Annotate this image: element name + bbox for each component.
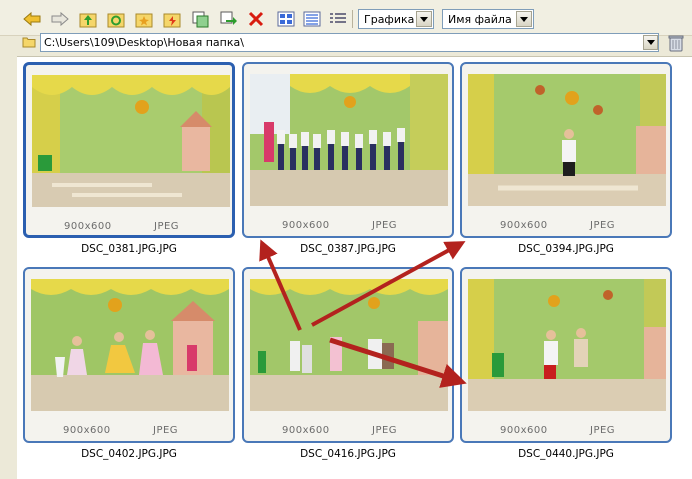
file-name: DSC_0394.JPG.JPG bbox=[518, 243, 614, 255]
image-format: JPEG bbox=[154, 221, 180, 232]
view-details-icon[interactable] bbox=[326, 8, 350, 30]
move-icon[interactable] bbox=[216, 8, 240, 30]
thumbnail-tile[interactable]: 900x600 JPEG bbox=[23, 62, 235, 238]
image-dimensions: 900x600 bbox=[64, 221, 112, 232]
thumbnail-tile[interactable]: 900x600 JPEG bbox=[460, 267, 672, 443]
image-dimensions: 900x600 bbox=[500, 425, 548, 436]
chevron-down-icon[interactable] bbox=[643, 35, 658, 50]
path-input[interactable]: C:\Users\109\Desktop\Новая папка\ bbox=[40, 33, 659, 52]
delete-icon[interactable] bbox=[244, 8, 268, 30]
file-name: DSC_0416.JPG.JPG bbox=[300, 448, 396, 460]
image-format: JPEG bbox=[372, 425, 398, 436]
image-format: JPEG bbox=[590, 220, 616, 231]
photo-thumbnail bbox=[468, 279, 666, 411]
chevron-down-icon[interactable] bbox=[516, 11, 532, 27]
copy-icon[interactable] bbox=[188, 8, 212, 30]
file-name: DSC_0381.JPG.JPG bbox=[81, 243, 177, 255]
favorites-icon[interactable] bbox=[160, 8, 184, 30]
file-name: DSC_0402.JPG.JPG bbox=[81, 448, 177, 460]
image-dimensions: 900x600 bbox=[282, 425, 330, 436]
toolbar: Графика Имя файла bbox=[0, 0, 692, 36]
photo-thumbnail bbox=[31, 279, 229, 411]
view-thumbnails-icon[interactable] bbox=[274, 8, 298, 30]
view-list-icon[interactable] bbox=[300, 8, 324, 30]
photo-thumbnail bbox=[250, 74, 448, 206]
up-folder-icon[interactable] bbox=[76, 8, 100, 30]
refresh-icon[interactable] bbox=[104, 8, 128, 30]
photo-thumbnail bbox=[250, 279, 448, 411]
image-format: JPEG bbox=[372, 220, 398, 231]
image-format: JPEG bbox=[590, 425, 616, 436]
image-dimensions: 900x600 bbox=[282, 220, 330, 231]
back-arrow-icon[interactable] bbox=[20, 8, 44, 30]
photo-thumbnail bbox=[468, 74, 666, 206]
trash-icon[interactable] bbox=[668, 34, 684, 52]
thumbnail-tile[interactable]: 900x600 JPEG bbox=[242, 267, 454, 443]
thumbnail-grid: 900x600 JPEG DSC_0381.JPG.JPG 900x600 JP… bbox=[17, 56, 692, 479]
chevron-down-icon[interactable] bbox=[416, 11, 432, 27]
thumbnail-tile[interactable]: 900x600 JPEG bbox=[460, 62, 672, 238]
folder-icon bbox=[22, 37, 36, 48]
photo-thumbnail bbox=[32, 75, 230, 207]
forward-arrow-icon[interactable] bbox=[48, 8, 72, 30]
toolbar-separator bbox=[352, 10, 353, 28]
view-mode-value: Графика bbox=[364, 12, 415, 26]
view-mode-dropdown[interactable]: Графика bbox=[358, 9, 434, 29]
sort-dropdown[interactable]: Имя файла bbox=[442, 9, 534, 29]
thumbnail-tile[interactable]: 900x600 JPEG bbox=[242, 62, 454, 238]
file-name: DSC_0440.JPG.JPG bbox=[518, 448, 614, 460]
image-format: JPEG bbox=[153, 425, 179, 436]
image-dimensions: 900x600 bbox=[500, 220, 548, 231]
image-dimensions: 900x600 bbox=[63, 425, 111, 436]
thumbnail-tile[interactable]: 900x600 JPEG bbox=[23, 267, 235, 443]
sort-value: Имя файла bbox=[448, 12, 512, 26]
file-name: DSC_0387.JPG.JPG bbox=[300, 243, 396, 255]
new-folder-icon[interactable] bbox=[132, 8, 156, 30]
address-bar: C:\Users\109\Desktop\Новая папка\ bbox=[0, 32, 692, 54]
